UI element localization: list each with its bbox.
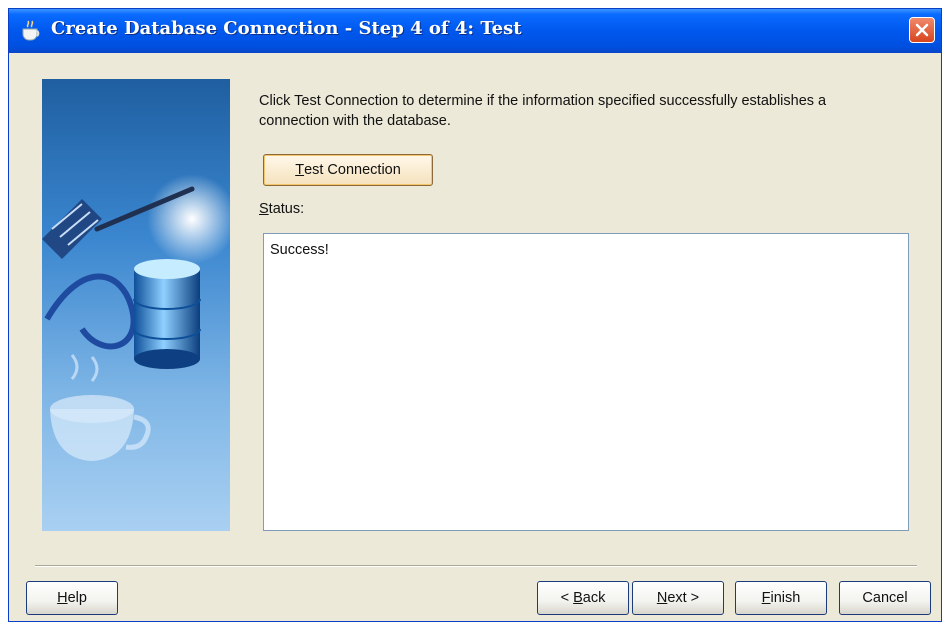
mnemonic-letter: S [259, 201, 269, 217]
mnemonic-letter: H [57, 590, 68, 606]
status-output-textarea[interactable]: Success! [263, 233, 909, 531]
window-title: Create Database Connection - Step 4 of 4… [51, 18, 522, 39]
button-label: ext > [667, 590, 700, 606]
button-label: est Connection [304, 162, 401, 178]
help-button[interactable]: Help [26, 581, 118, 615]
back-button[interactable]: < Back [537, 581, 629, 615]
cancel-button[interactable]: Cancel [839, 581, 931, 615]
close-button[interactable] [909, 17, 935, 43]
test-connection-button[interactable]: Test Connection [263, 154, 433, 186]
next-button[interactable]: Next > [632, 581, 724, 615]
button-prefix: < [560, 590, 574, 606]
label-text: tatus: [268, 201, 305, 217]
wizard-banner-image [42, 79, 230, 531]
status-text: Success! [270, 242, 329, 258]
button-label: Cancel [862, 590, 908, 606]
footer-separator [35, 565, 917, 567]
mnemonic-letter: F [761, 590, 771, 606]
button-label: elp [67, 590, 87, 606]
instruction-text: Click Test Connection to determine if th… [259, 93, 827, 129]
title-bar[interactable]: Create Database Connection - Step 4 of 4… [9, 9, 941, 53]
dialog-window: Create Database Connection - Step 4 of 4… [8, 8, 942, 622]
coffee-cup-icon [19, 19, 43, 43]
finish-button[interactable]: Finish [735, 581, 827, 615]
close-icon [915, 23, 929, 37]
status-label: Status: [259, 201, 304, 217]
button-label: inish [770, 590, 801, 606]
mnemonic-letter: N [656, 590, 668, 606]
button-label: ack [582, 590, 606, 606]
mnemonic-letter: B [573, 590, 583, 606]
mnemonic-letter: T [295, 162, 305, 178]
